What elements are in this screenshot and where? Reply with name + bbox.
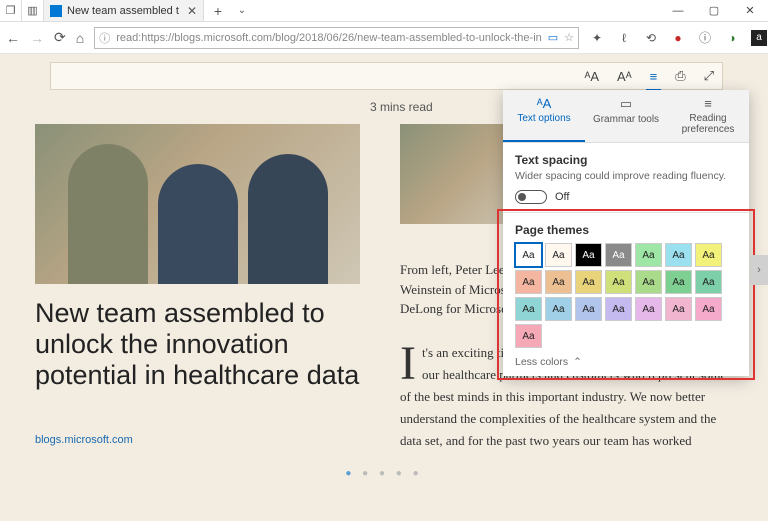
text-options-tab-icon: ᴬA [537,96,552,111]
toggle-state: Off [555,191,569,203]
panel-tabs: ᴬAText options ▭Grammar tools ≡Reading p… [503,90,749,143]
theme-swatch[interactable]: Aa [515,243,542,267]
hero-image [35,124,360,284]
learning-tools-icon[interactable]: ᴬA [584,69,599,84]
nav-back-button[interactable]: ← [6,30,20,46]
theme-swatch[interactable]: Aa [515,324,542,348]
titlebar: ❐ ▥ New team assembled t ✕ + ⌄ — ▢ ✕ [0,0,768,22]
theme-swatch[interactable]: Aa [635,270,662,294]
drop-cap: I [400,342,422,385]
text-spacing-section: Text spacing Wider spacing could improve… [503,143,749,212]
theme-swatch[interactable]: Aa [665,270,692,294]
tab-reading-preferences[interactable]: ≡Reading preferences [667,90,749,142]
ext-icon-7[interactable]: a [751,30,767,46]
ext-icon-1[interactable]: ✦ [589,30,605,46]
browser-tab[interactable]: New team assembled t ✕ [44,0,204,21]
reading-toolbar: ᴬA Aᴬ ≡ ⎙ ⤢ [50,62,723,90]
theme-swatch[interactable]: Aa [635,243,662,267]
tab-close-icon[interactable]: ✕ [187,4,197,18]
url-text: read:https://blogs.microsoft.com/blog/20… [116,32,542,44]
url-input[interactable]: ⓘ read:https://blogs.microsoft.com/blog/… [94,27,579,49]
reading-tab-icon: ≡ [704,96,712,111]
theme-swatch[interactable]: Aa [695,270,722,294]
ext-icon-3[interactable]: ⟲ [643,30,659,46]
theme-swatch[interactable]: Aa [515,297,542,321]
address-bar: ← → ⟳ ⌂ ⓘ read:https://blogs.microsoft.c… [0,22,768,54]
nav-refresh-button[interactable]: ⟳ [54,29,66,46]
nav-home-button[interactable]: ⌂ [76,30,84,46]
print-icon[interactable]: ⎙ [675,68,685,84]
theme-swatch[interactable]: Aa [545,297,572,321]
text-spacing-sub: Wider spacing could improve reading flue… [515,170,737,182]
ext-icon-6[interactable]: ◑ [724,30,740,46]
window-close-button[interactable]: ✕ [732,0,768,21]
toggle-switch-icon[interactable] [515,190,547,204]
tab-grammar-tools[interactable]: ▭Grammar tools [585,90,667,142]
read-time: 3 mins read [370,100,433,114]
favorite-star-icon[interactable]: ☆ [564,31,574,44]
theme-swatch[interactable]: Aa [695,243,722,267]
ext-icon-4[interactable]: ● [670,30,686,46]
page-themes-section: Page themes AaAaAaAaAaAaAaAaAaAaAaAaAaAa… [503,213,749,376]
theme-swatch-grid: AaAaAaAaAaAaAaAaAaAaAaAaAaAaAaAaAaAaAaAa… [515,243,737,348]
site-info-icon[interactable]: ⓘ [99,30,110,46]
text-size-icon[interactable]: Aᴬ [617,69,632,84]
theme-swatch[interactable]: Aa [515,270,542,294]
theme-swatch[interactable]: Aa [605,243,632,267]
theme-swatch[interactable]: Aa [605,297,632,321]
article-headline: New team assembled to unlock the innovat… [35,298,365,391]
page-dots[interactable]: ● ● ● ● ● [0,468,768,479]
theme-swatch[interactable]: Aa [665,297,692,321]
extension-icons: ✦ ℓ ⟲ ● ⓘ ◑ a ◐ ▦ ⋯ [589,30,768,46]
window-maximize-button[interactable]: ▢ [696,0,732,21]
text-spacing-toggle[interactable]: Off [515,190,737,204]
favicon-icon [50,5,62,17]
theme-swatch[interactable]: Aa [575,270,602,294]
tab-preview-icon[interactable]: ❐ [0,0,22,21]
theme-swatch[interactable]: Aa [665,243,692,267]
theme-swatch[interactable]: Aa [605,270,632,294]
less-colors-toggle[interactable]: Less colors ⌃ [515,356,737,368]
theme-swatch[interactable]: Aa [635,297,662,321]
text-options-panel: ᴬAText options ▭Grammar tools ≡Reading p… [503,90,749,376]
page-themes-title: Page themes [515,223,737,237]
text-spacing-title: Text spacing [515,153,737,167]
theme-swatch[interactable]: Aa [575,243,602,267]
source-link[interactable]: blogs.microsoft.com [35,434,133,446]
chevron-up-icon: ⌃ [573,356,582,368]
tab-title: New team assembled t [67,5,182,17]
grammar-tab-icon: ▭ [620,96,632,112]
theme-swatch[interactable]: Aa [695,297,722,321]
ext-icon-5[interactable]: ⓘ [697,30,713,46]
theme-swatch[interactable]: Aa [575,297,602,321]
theme-swatch[interactable]: Aa [545,270,572,294]
ext-icon-2[interactable]: ℓ [616,30,632,46]
tab-aside-icon[interactable]: ▥ [22,0,44,21]
text-options-icon[interactable]: ≡ [650,69,658,84]
new-tab-button[interactable]: + [204,0,232,21]
scroll-right-button[interactable]: › [750,255,768,285]
nav-forward-button[interactable]: → [30,30,44,46]
reading-view-icon[interactable]: ▭ [548,31,558,44]
tab-chevron-icon[interactable]: ⌄ [232,0,252,21]
theme-swatch[interactable]: Aa [545,243,572,267]
fullscreen-icon[interactable]: ⤢ [704,68,714,84]
tab-text-options[interactable]: ᴬAText options [503,90,585,142]
window-minimize-button[interactable]: — [660,0,696,21]
